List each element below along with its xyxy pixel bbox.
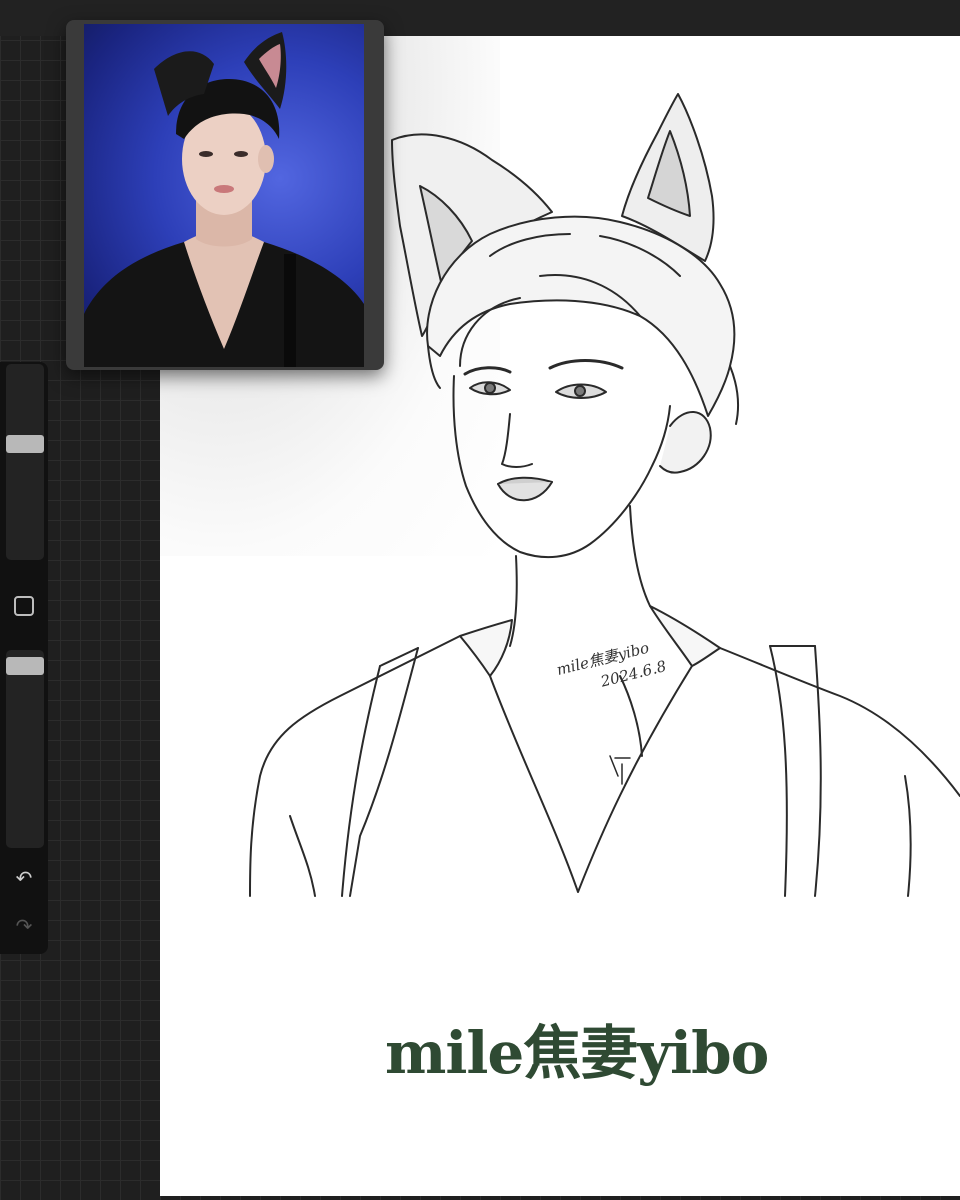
reference-window[interactable] bbox=[66, 20, 384, 370]
artist-signature: mile焦妻yibo bbox=[385, 1019, 769, 1087]
brush-size-slider-thumb[interactable] bbox=[6, 435, 44, 453]
square-icon[interactable] bbox=[14, 596, 34, 616]
reference-portrait bbox=[84, 32, 364, 367]
opacity-slider[interactable] bbox=[6, 650, 44, 848]
undo-arrow-icon[interactable]: ↶ bbox=[12, 866, 36, 890]
redo-arrow-icon[interactable]: ↷ bbox=[12, 914, 36, 938]
opacity-slider-thumb[interactable] bbox=[6, 657, 44, 675]
reference-photo bbox=[84, 24, 364, 367]
sidebar: ↶ ↷ bbox=[0, 362, 48, 954]
brush-size-slider[interactable] bbox=[6, 364, 44, 560]
